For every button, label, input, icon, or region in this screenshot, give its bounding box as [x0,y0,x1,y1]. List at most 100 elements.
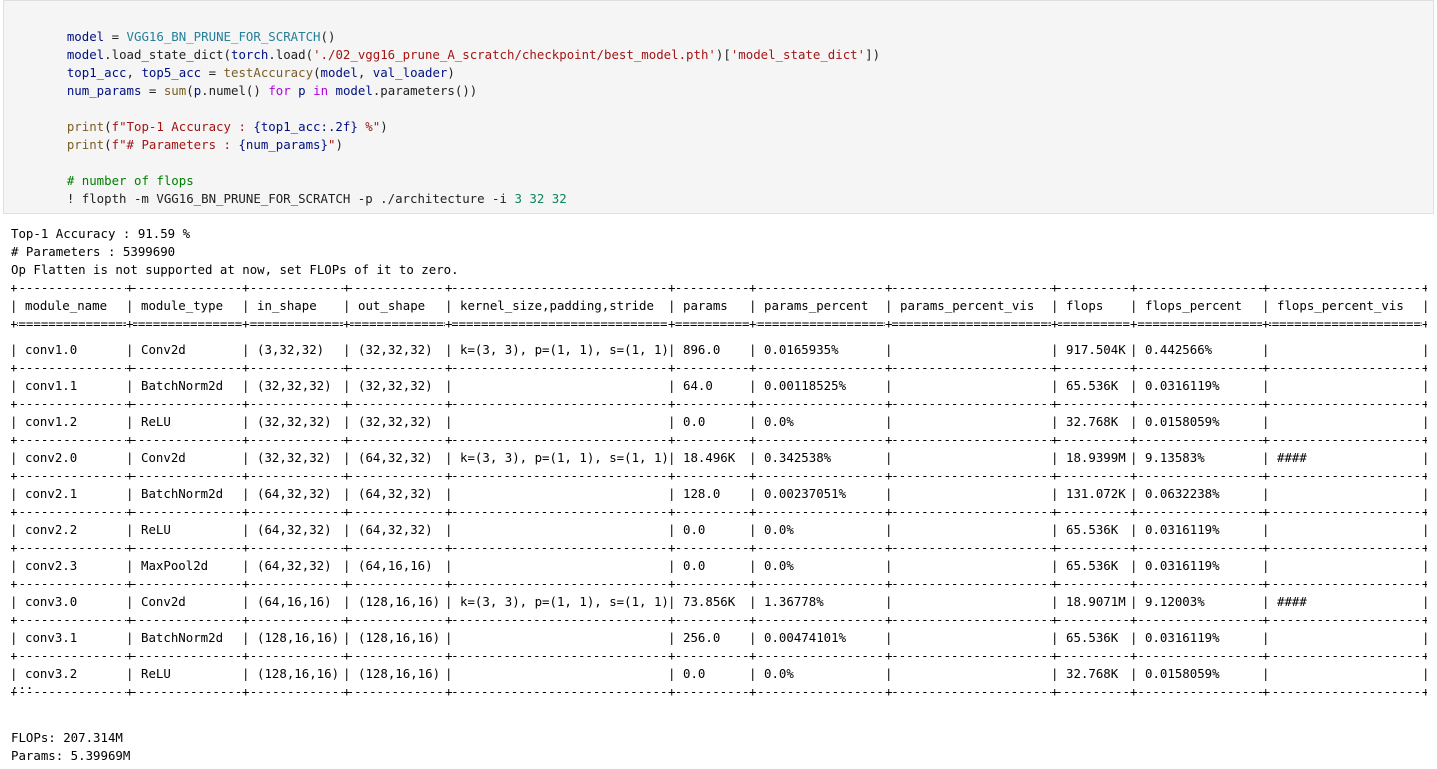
output-ellipsis: ... [11,677,34,692]
table-header-cell: params [683,298,728,313]
table-header-cell: kernel_size,padding,stride [460,298,654,313]
table-row: | | | | | | | | | | | | conv2.2 ReLU (64,32,32) (64,32,… [10,522,1430,537]
table-header-cell: params_percent_vis [900,298,1035,313]
table-cell: 73.856K [683,594,736,609]
table-cell: (128,16,16) [358,666,441,681]
table-cell: MaxPool2d [141,558,209,573]
table-cell: (128,16,16) [257,630,340,645]
table-cell: (32,32,32) [358,378,433,393]
table-separator: ----------------------------------------… [11,503,1427,521]
table-row: | | | | | | | | | | | | conv2.3 MaxPool2d (64,32,32) (6… [10,558,1430,573]
table-cell: (128,16,16) [358,630,441,645]
table-row: | | | | | | | | | | | | conv3.1 BatchNorm2d (128,16,16… [10,630,1430,645]
table-cell: 0.0165935% [764,342,839,357]
table-cell: (64,32,32) [257,558,332,573]
table-cell: 0.0316119% [1145,522,1220,537]
table-cell: 0.0316119% [1145,630,1220,645]
table-cell: (32,32,32) [257,450,332,465]
table-separator: ----------------------------------------… [11,539,1427,557]
table-cell: #### [1277,594,1307,609]
table-cell: 0.00237051% [764,486,847,501]
table-cell: 0.0 [683,558,706,573]
table-cell: 0.0 [683,414,706,429]
table-cell: 65.536K [1066,522,1119,537]
table-separator: ----------------------------------------… [11,279,1427,297]
table-cell: k=(3, 3), p=(1, 1), s=(1, 1) [460,450,669,465]
table-header-cell: out_shape [358,298,426,313]
table-cell: 0.00474101% [764,630,847,645]
table-header-cell: flops [1066,298,1104,313]
table-cell: (128,16,16) [358,594,441,609]
output-top1: Top-1 Accuracy : 91.59 % [11,226,191,241]
code-line: top1_acc, top5_acc = testAccuracy(model,… [66,65,455,80]
table-header-cell: in_shape [257,298,317,313]
table-separator: ----------------------------------------… [11,467,1427,485]
table-cell: 0.0% [764,558,794,573]
table-cell: 9.12003% [1145,594,1205,609]
table-cell: 917.504K [1066,342,1126,357]
table-cell: 0.0158059% [1145,414,1220,429]
table-separator: ----------------------------------------… [11,431,1427,449]
table-header-cell: module_type [141,298,224,313]
table-cell: 1.36778% [764,594,824,609]
table-cell: (32,32,32) [358,342,433,357]
table-row: | | | | | | | | | | | | conv3.2 ReLU (128,16,16) (128,1… [10,666,1430,681]
table-cell: conv2.1 [25,486,78,501]
table-cell: 9.13583% [1145,450,1205,465]
table-cell: 32.768K [1066,666,1119,681]
table-cell: ReLU [141,666,171,681]
table-cell: (64,32,32) [358,522,433,537]
table-cell: (32,32,32) [358,414,433,429]
table-separator: ----------------------------------------… [11,395,1427,413]
table-cell: BatchNorm2d [141,486,224,501]
table-cell: conv1.2 [25,414,78,429]
table-cell: 64.0 [683,378,713,393]
table-separator: ----------------------------------------… [11,575,1427,593]
table-cell: conv1.0 [25,342,78,357]
table-cell: 65.536K [1066,378,1119,393]
table-header-cell: params_percent [764,298,869,313]
table-cell: 128.0 [683,486,721,501]
table-cell: conv1.1 [25,378,78,393]
code-line: print(f"Top-1 Accuracy : {top1_acc:.2f} … [66,119,388,134]
table-row: | | | | | | | | | | | | conv2.1 BatchNorm2d (64,32,32)… [10,486,1430,501]
output-params: # Parameters : 5399690 [11,244,176,259]
table-cell: 0.0% [764,522,794,537]
table-row: | | | | | | | | | | | | conv3.0 Conv2d (64,16,16) (128,… [10,594,1430,609]
table-cell: 0.0 [683,666,706,681]
code-line: num_params = sum(p.numel() for p in mode… [66,83,478,98]
table-cell: (32,32,32) [257,414,332,429]
code-line: print(f"# Parameters : {num_params}") [66,137,343,152]
output-warning: Op Flatten is not supported at now, set … [11,262,459,277]
output-params-total: Params: 5.39969M [11,748,131,763]
table-cell: 131.072K [1066,486,1126,501]
table-cell: conv3.0 [25,594,78,609]
table-cell: k=(3, 3), p=(1, 1), s=(1, 1) [460,594,669,609]
table-separator: ----------------------------------------… [11,359,1427,377]
table-cell: 0.0% [764,666,794,681]
table-cell: 65.536K [1066,630,1119,645]
table-cell: 0.0632238% [1145,486,1220,501]
table-cell: 18.9071M [1066,594,1126,609]
table-separator: ----------------------------------------… [11,611,1427,629]
output-flops-total: FLOPs: 207.314M [11,730,123,745]
table-cell: 0.0316119% [1145,558,1220,573]
table-cell: 0.342538% [764,450,832,465]
table-cell: ReLU [141,522,171,537]
table-cell: Conv2d [141,342,186,357]
table-cell: BatchNorm2d [141,378,224,393]
table-cell: (32,32,32) [257,378,332,393]
table-cell: 896.0 [683,342,721,357]
table-cell: 256.0 [683,630,721,645]
code-line: ! flopth -m VGG16_BN_PRUNE_FOR_SCRATCH -… [66,191,567,206]
code-line: # number of flops [66,173,194,188]
table-cell: 0.0316119% [1145,378,1220,393]
code-cell[interactable]: model = VGG16_BN_PRUNE_FOR_SCRATCH() mod… [3,0,1434,214]
table-cell: (64,16,16) [358,558,433,573]
table-separator: ----------------------------------------… [11,647,1427,665]
table-header-cell: flops_percent [1145,298,1242,313]
table-header-cell: flops_percent_vis [1277,298,1404,313]
table-cell: k=(3, 3), p=(1, 1), s=(1, 1) [460,342,669,357]
table-cell: conv2.0 [25,450,78,465]
table-cell: 0.0% [764,414,794,429]
